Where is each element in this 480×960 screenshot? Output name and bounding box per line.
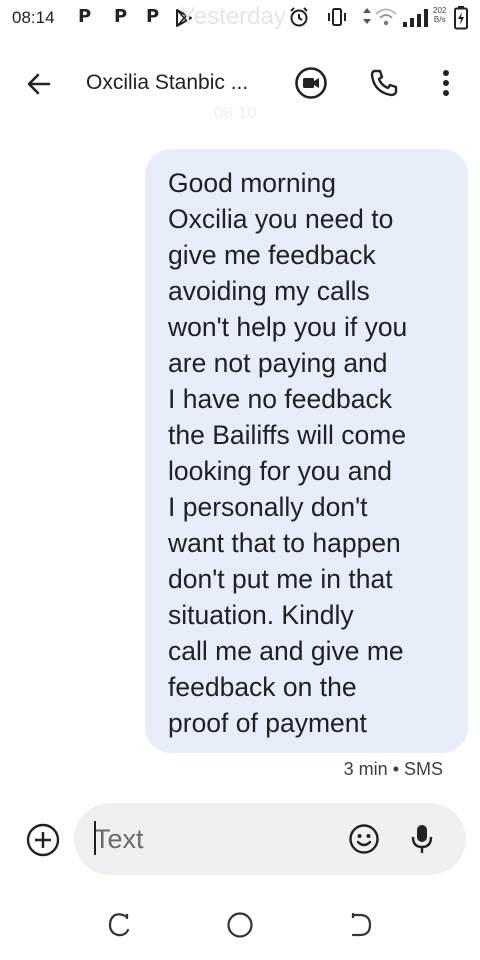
recent-apps-icon[interactable] (103, 908, 137, 942)
message-input[interactable] (94, 821, 334, 857)
compose-bar (74, 803, 466, 875)
vibrate-icon (326, 6, 348, 33)
notification-p-icon: P (146, 6, 160, 27)
message-text: Good morning Oxcilia you need to give me… (168, 168, 408, 738)
alarm-icon (288, 6, 310, 33)
microphone-icon[interactable] (404, 821, 440, 857)
timestamp-divider: 08:10 (214, 103, 257, 122)
notification-p-icon: P (78, 6, 92, 27)
wifi-icon (374, 7, 398, 32)
faded-date-label: Yesterday (180, 3, 286, 30)
status-time: 08:14 (12, 8, 55, 27)
more-vert-icon[interactable] (428, 65, 464, 101)
add-circle-icon[interactable] (25, 822, 61, 858)
emoji-icon[interactable] (346, 821, 382, 857)
battery-icon (454, 6, 468, 35)
data-arrows-icon (362, 6, 372, 31)
video-call-icon[interactable] (293, 65, 329, 101)
back-icon[interactable] (343, 908, 377, 942)
phone-icon[interactable] (366, 65, 402, 101)
incoming-message-bubble[interactable]: Good morning Oxcilia you need to give me… (145, 149, 468, 753)
back-arrow-icon[interactable] (22, 67, 56, 101)
system-nav-bar (0, 900, 480, 950)
notification-p-icon: P (114, 6, 128, 27)
net-speed: 202 B/s (433, 6, 447, 24)
text-caret (94, 821, 96, 855)
contact-name[interactable]: Oxcilia Stanbic ... (86, 71, 248, 95)
message-meta: 3 min • SMS (343, 759, 443, 779)
home-icon[interactable] (223, 908, 257, 942)
signal-icon (402, 8, 428, 33)
status-bar: 08:14 P P P Yesterday 202 B/s (0, 0, 480, 38)
